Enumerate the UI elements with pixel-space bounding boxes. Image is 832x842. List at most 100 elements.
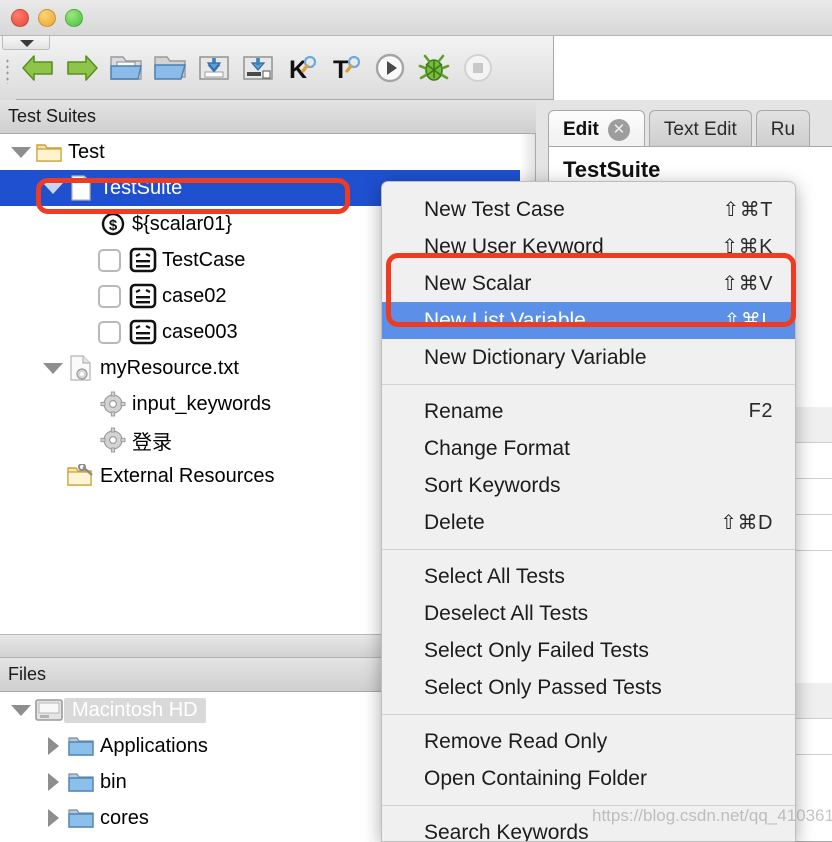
chevron-down-icon[interactable] <box>20 39 34 47</box>
tree-item-label: 登录 <box>132 431 172 454</box>
window-controls <box>11 9 83 27</box>
tree-item-label: Test <box>68 140 105 163</box>
forward-button[interactable] <box>60 42 104 94</box>
external-resources-icon <box>66 464 96 488</box>
test-checkbox[interactable] <box>98 248 121 272</box>
chevron-right-icon[interactable] <box>40 773 66 791</box>
save-all-button[interactable] <box>236 42 280 94</box>
menu-item-new-test-case[interactable]: New Test Case ⇧⌘T <box>382 191 795 228</box>
file-tree-item-label: cores <box>100 806 149 829</box>
test-case-icon <box>128 283 158 309</box>
tree-item-label: TestCase <box>162 248 246 271</box>
run-button[interactable] <box>368 42 412 94</box>
menu-separator <box>382 714 795 715</box>
file-icon <box>66 175 96 201</box>
chevron-right-icon[interactable] <box>40 809 66 827</box>
test-checkbox[interactable] <box>98 320 121 344</box>
menu-item-deselect-all-tests[interactable]: Deselect All Tests <box>382 595 795 632</box>
menu-item-label: Search Keywords <box>424 820 589 842</box>
chevron-down-icon[interactable] <box>40 362 66 374</box>
test-case-icon <box>128 247 158 273</box>
menu-item-select-all-tests[interactable]: Select All Tests <box>382 558 795 595</box>
menu-item-new-list-variable[interactable]: New List Variable ⇧⌘L <box>382 302 795 339</box>
file-tree-item-label: Macintosh HD <box>64 697 206 723</box>
files-title: Files <box>8 664 47 684</box>
menu-item-shortcut: ⇧⌘D <box>720 512 773 534</box>
save-button[interactable] <box>192 42 236 94</box>
menu-item-shortcut: ⇧⌘K <box>721 236 773 258</box>
menu-item-remove-read-only[interactable]: Remove Read Only <box>382 723 795 760</box>
toolbar-grip[interactable] <box>0 35 50 100</box>
folder-icon <box>34 141 64 163</box>
main-toolbar: K T <box>0 35 554 100</box>
menu-item-label: Sort Keywords <box>424 473 561 497</box>
menu-item-label: Remove Read Only <box>424 729 608 753</box>
chevron-right-icon[interactable] <box>40 737 66 755</box>
menu-item-label: Select All Tests <box>424 564 565 588</box>
back-icon <box>20 53 56 83</box>
tree-item-label: TestSuite <box>100 176 183 199</box>
menu-item-select-only-failed-tests[interactable]: Select Only Failed Tests <box>382 632 795 669</box>
menu-separator <box>382 549 795 550</box>
tab-label: Text Edit <box>663 118 737 140</box>
tree-item-label: case02 <box>162 284 227 307</box>
stop-button[interactable] <box>456 42 500 94</box>
menu-item-open-containing-folder[interactable]: Open Containing Folder <box>382 760 795 797</box>
menu-item-select-only-passed-tests[interactable]: Select Only Passed Tests <box>382 669 795 706</box>
search-keyword-button[interactable]: K <box>280 42 324 94</box>
menu-item-shortcut: ⇧⌘L <box>723 310 773 332</box>
menu-item-rename[interactable]: Rename F2 <box>382 393 795 430</box>
save-icon <box>196 53 232 83</box>
menu-item-new-scalar[interactable]: New Scalar ⇧⌘V <box>382 265 795 302</box>
tree-item-label: ${scalar01} <box>132 212 233 235</box>
menu-item-label: New User Keyword <box>424 234 604 258</box>
watermark: https://blog.csdn.net/qq_41036115 <box>592 806 832 825</box>
application-window: K T Test Suites Test TestSuite $ ${scala… <box>0 0 832 842</box>
tree-item-Test[interactable]: Test <box>0 134 520 170</box>
menu-item-label: Change Format <box>424 436 570 460</box>
tab-ru[interactable]: Ru <box>755 110 811 148</box>
forward-icon <box>64 53 100 83</box>
menu-item-delete[interactable]: Delete ⇧⌘D <box>382 504 795 541</box>
open-folder-icon <box>152 53 188 83</box>
menu-item-sort-keywords[interactable]: Sort Keywords <box>382 467 795 504</box>
svg-text:$: $ <box>109 217 118 234</box>
chevron-down-icon[interactable] <box>8 704 34 716</box>
tab-text-edit[interactable]: Text Edit <box>648 110 752 148</box>
open-folder-button[interactable] <box>148 42 192 94</box>
menu-item-change-format[interactable]: Change Format <box>382 430 795 467</box>
menu-item-label: Open Containing Folder <box>424 766 647 790</box>
editor-title: TestSuite <box>563 157 661 182</box>
menu-item-label: Select Only Failed Tests <box>424 638 649 662</box>
zoom-button[interactable] <box>65 9 83 27</box>
debug-button[interactable] <box>412 42 456 94</box>
menu-item-label: New List Variable <box>424 308 586 332</box>
test-case-icon <box>128 319 158 345</box>
stop-icon <box>461 51 495 85</box>
save-all-icon <box>240 53 276 83</box>
search-tests-button[interactable]: T <box>324 42 368 94</box>
chevron-down-icon[interactable] <box>8 146 34 158</box>
folder-blue-icon <box>66 735 96 757</box>
tree-item-label: myResource.txt <box>100 356 239 379</box>
tab-edit[interactable]: Edit ✕ <box>548 110 645 148</box>
search-tests-icon: T <box>328 53 364 83</box>
search-keyword-icon: K <box>284 53 320 83</box>
menu-item-shortcut: ⇧⌘T <box>722 199 773 221</box>
tab-label: Ru <box>770 118 796 140</box>
minimize-button[interactable] <box>38 9 56 27</box>
resource-file-icon <box>66 355 96 381</box>
close-button[interactable] <box>11 9 29 27</box>
menu-item-new-dictionary-variable[interactable]: New Dictionary Variable <box>382 339 795 376</box>
file-tree-item-label: bin <box>100 770 127 793</box>
new-file-button[interactable] <box>104 42 148 94</box>
close-icon[interactable]: ✕ <box>607 118 630 141</box>
test-checkbox[interactable] <box>98 284 121 308</box>
test-suites-header: Test Suites <box>0 100 536 134</box>
folder-blue-icon <box>66 807 96 829</box>
menu-item-new-user-keyword[interactable]: New User Keyword ⇧⌘K <box>382 228 795 265</box>
chevron-down-icon[interactable] <box>40 182 66 194</box>
context-menu[interactable]: New Test Case ⇧⌘T New User Keyword ⇧⌘K New S… <box>381 181 796 842</box>
file-tree-item-label: Applications <box>100 734 208 757</box>
run-icon <box>373 51 407 85</box>
